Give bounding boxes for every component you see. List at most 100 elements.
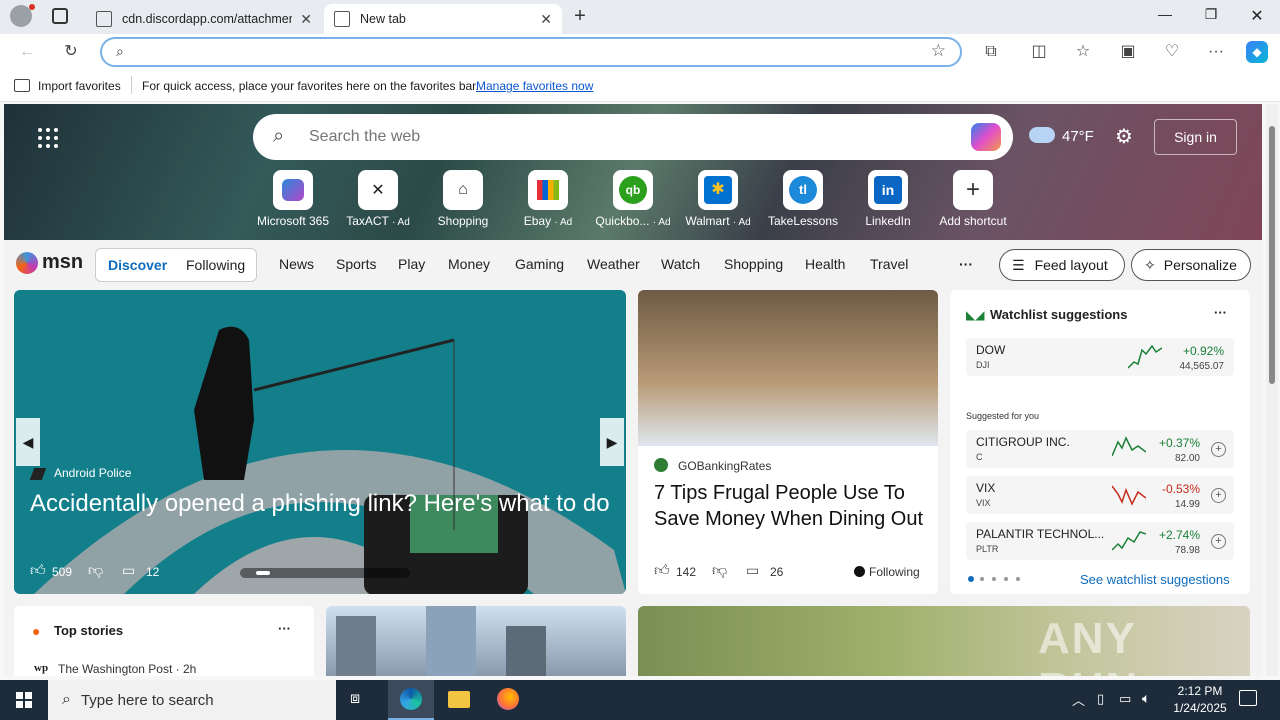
personalize-button[interactable]: ✧ Personalize [1131,249,1251,281]
refresh-icon[interactable]: ↻ [60,41,82,63]
watchlist-more-icon[interactable]: ··· [1214,305,1227,320]
shortcut-walmart[interactable]: ✱ Walmart · Ad [678,170,758,228]
nav-play[interactable]: Play [398,256,425,272]
shortcut-ebay[interactable]: Ebay · Ad [508,170,588,228]
clock-date[interactable]: 1/24/2025 [1165,701,1235,715]
web-search-box[interactable]: ⌕ [253,114,1013,160]
story-headline[interactable]: Accidentally opened a phishing link? Her… [30,488,610,520]
watchlist-item-citigroup[interactable]: CITIGROUP INC. C +0.37% 82.00 + [966,430,1234,468]
nav-news[interactable]: News [279,256,314,272]
like-icon[interactable]: 👍︎ [30,562,46,580]
tab-actions-icon[interactable] [52,8,68,24]
see-watchlist-link[interactable]: See watchlist suggestions [1080,572,1230,587]
comment-icon[interactable]: ▭ [746,562,759,579]
pager-dot[interactable] [992,577,996,581]
dislike-icon[interactable]: 👎︎ [88,562,103,580]
nav-travel[interactable]: Travel [870,256,908,272]
watchlist-pager-dots[interactable] [968,576,1024,582]
back-icon[interactable]: ← [16,41,38,63]
file-explorer-icon[interactable] [448,691,470,708]
taskbar-search[interactable]: ⌕ Type here to search [48,680,336,720]
like-icon[interactable]: 👍︎ [654,562,670,580]
close-tab-icon[interactable]: ✕ [540,11,552,28]
nav-money[interactable]: Money [448,256,490,272]
page-scrollbar[interactable] [1266,104,1278,676]
clock-time[interactable]: 2:12 PM [1170,684,1230,698]
app-launcher-icon[interactable] [38,128,58,148]
shortcut-shopping[interactable]: ⌂ Shopping [423,170,503,228]
copilot-icon[interactable] [971,123,1001,151]
temperature[interactable]: 47°F [1062,128,1094,145]
watchlist-item-palantir[interactable]: PALANTIR TECHNOL... PLTR +2.74% 78.98 + [966,522,1234,560]
close-window-button[interactable]: ✕ [1242,6,1272,28]
nav-more-icon[interactable]: ··· [959,256,973,272]
shortcut-quickbooks[interactable]: qb Quickbo... · Ad [593,170,673,228]
extensions-icon[interactable]: ⧉ [980,41,1002,63]
following-label[interactable]: Following [869,565,920,579]
add-to-watchlist-icon[interactable]: + [1211,534,1226,549]
close-tab-icon[interactable]: ✕ [300,11,312,28]
import-favorites-button[interactable]: Import favorites [38,79,121,93]
page-settings-icon[interactable]: ⚙ [1115,124,1133,149]
volume-icon[interactable]: 🔈︎ [1142,690,1150,707]
new-tab-button[interactable]: + [568,6,592,28]
comment-icon[interactable]: ▭ [122,562,135,579]
pager-dot[interactable] [1016,577,1020,581]
pager-dot-active[interactable] [968,576,974,582]
nav-health[interactable]: Health [805,256,845,272]
task-view-icon[interactable]: ⧈ [350,690,360,708]
network-icon[interactable]: ▭ [1119,691,1131,707]
collections-icon[interactable]: ▣ [1117,41,1139,63]
shortcut-linkedin[interactable]: in LinkedIn [848,170,928,228]
msn-logo[interactable]: msn [42,251,83,274]
scrollbar-thumb[interactable] [1269,126,1275,384]
story-headline[interactable]: 7 Tips Frugal People Use To Save Money W… [654,480,926,532]
browser-essentials-icon[interactable]: ♡ [1161,41,1183,63]
address-bar[interactable]: ⌕ ☆ [100,37,962,67]
manage-favorites-link[interactable]: Manage favorites now [476,79,593,93]
notifications-icon[interactable] [1239,690,1257,706]
discover-tab[interactable]: Discover [108,257,167,273]
device-icon[interactable]: ▯ [1097,691,1104,707]
minimize-button[interactable]: — [1150,6,1180,28]
story-card[interactable]: GOBankingRates 7 Tips Frugal People Use … [638,290,938,594]
web-search-input[interactable] [309,128,929,146]
windows-start-icon[interactable] [16,692,32,708]
show-hidden-icons-icon[interactable]: ︿ [1072,690,1085,709]
shortcut-microsoft-365[interactable]: Microsoft 365 [253,170,333,228]
tab-discord[interactable]: cdn.discordapp.com/attachment ✕ [86,4,322,34]
nav-weather[interactable]: Weather [587,256,640,272]
top-stories-more-icon[interactable]: ··· [278,621,291,636]
favorites-icon[interactable]: ☆ [1072,41,1094,63]
carousel-prev-icon[interactable]: ◀ [16,418,40,466]
following-tab[interactable]: Following [186,257,245,273]
favorite-star-icon[interactable]: ☆ [931,41,946,61]
feed-layout-button[interactable]: ☰ Feed layout [999,249,1125,281]
watchlist-item-vix[interactable]: VIX VIX -0.53% 14.99 + [966,476,1234,514]
nav-watch[interactable]: Watch [661,256,700,272]
nav-shopping[interactable]: Shopping [724,256,783,272]
add-to-watchlist-icon[interactable]: + [1211,442,1226,457]
settings-more-icon[interactable]: ··· [1205,41,1227,63]
main-story-card[interactable]: ◀ ▶ Android Police Accidentally opened a… [14,290,626,594]
carousel-dot-active[interactable] [256,571,270,575]
nav-sports[interactable]: Sports [336,256,376,272]
dislike-icon[interactable]: 👎︎ [712,562,727,580]
corn-story-card[interactable]: ANY RUN [638,606,1250,676]
split-screen-icon[interactable]: ◫ [1028,41,1050,63]
restore-button[interactable]: ❐ [1196,6,1226,28]
pager-dot[interactable] [980,577,984,581]
tab-new-tab[interactable]: New tab ✕ [324,4,562,34]
shortcut-takelessons[interactable]: tl TakeLessons [763,170,843,228]
add-shortcut-button[interactable]: + Add shortcut [933,170,1013,228]
copilot-icon[interactable]: ◆ [1246,41,1268,63]
taskbar-edge[interactable] [388,680,434,720]
city-skyline-story-card[interactable] [326,606,626,676]
watchlist-item-dow[interactable]: DOW DJI +0.92% 44,565.07 [966,338,1234,376]
firefox-icon[interactable] [497,688,519,710]
carousel-dots[interactable] [240,568,410,578]
add-to-watchlist-icon[interactable]: + [1211,488,1226,503]
nav-gaming[interactable]: Gaming [515,256,564,272]
sign-in-button[interactable]: Sign in [1154,119,1237,155]
address-input[interactable] [138,43,898,61]
